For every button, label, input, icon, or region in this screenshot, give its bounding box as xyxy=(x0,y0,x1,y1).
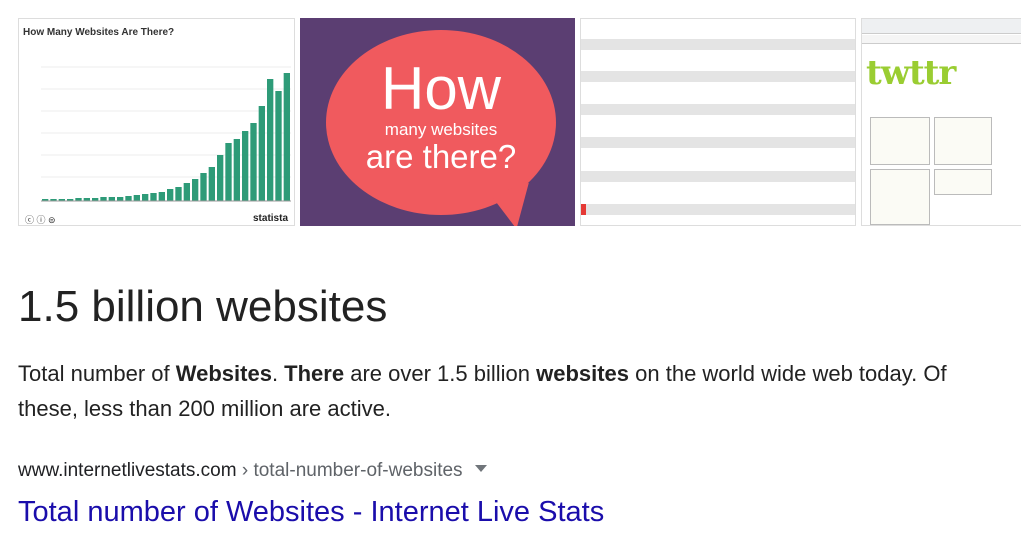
result-url[interactable]: www.internetlivestats.com › total-number… xyxy=(18,460,487,482)
bubble-text-many: many websites xyxy=(384,120,498,139)
mini-chart-bar xyxy=(208,167,215,201)
mini-chart-bar xyxy=(225,143,232,201)
mini-chart-bar xyxy=(117,197,124,201)
stripe xyxy=(581,137,855,148)
license-icons: ⓒ ⓘ ⊜ xyxy=(25,215,56,225)
bubble-text-how: How xyxy=(380,55,502,122)
thumbnail-twttr-screenshot[interactable]: twttr xyxy=(861,18,1021,226)
mini-chart-bar xyxy=(158,192,165,201)
statista-logo: statista xyxy=(252,213,288,224)
mini-chart-bar xyxy=(142,194,149,201)
result-path: › total-number-of-websites xyxy=(236,460,463,481)
snippet-bold-term: There xyxy=(284,361,345,386)
thumbnail-statista-chart[interactable]: How Many Websites Are There? ⓒ ⓘ ⊜ stati… xyxy=(18,18,295,226)
answer-snippet: Total number of Websites. There are over… xyxy=(18,356,1003,426)
mini-chart-bar xyxy=(192,179,199,201)
browser-tabs xyxy=(862,35,1021,44)
mini-chart-bar xyxy=(125,196,132,201)
mini-chart-bar xyxy=(100,197,107,201)
mini-chart-bar xyxy=(217,155,224,201)
twttr-logo: twttr xyxy=(866,53,956,93)
stripe xyxy=(581,104,855,115)
mini-chart-bar xyxy=(275,91,282,201)
mini-chart-bar xyxy=(267,79,274,201)
stripe xyxy=(581,171,855,182)
mini-chart-bar xyxy=(250,123,257,201)
thumbnail-speech-bubble[interactable]: How many websites are there? xyxy=(300,18,575,226)
mini-bar-chart xyxy=(41,66,291,202)
result-domain: www.internetlivestats.com xyxy=(18,460,237,481)
twttr-panel xyxy=(934,117,992,165)
snippet-bold-term: websites xyxy=(536,361,630,386)
mini-chart-bar xyxy=(242,131,249,201)
mini-chart-bar xyxy=(175,187,182,201)
snippet-text: . xyxy=(271,361,285,386)
chevron-down-icon[interactable] xyxy=(474,465,487,473)
red-marker xyxy=(581,204,586,215)
snippet-bold-term: Websites xyxy=(175,361,272,386)
mini-chart-bar xyxy=(108,197,115,201)
bubble-text-there: are there? xyxy=(365,138,517,175)
mini-chart-bar xyxy=(183,183,190,201)
browser-toolbar xyxy=(862,19,1021,34)
mini-chart-bar xyxy=(258,106,265,201)
twttr-panel xyxy=(870,117,930,165)
stripe xyxy=(581,204,855,215)
snippet-text: are over 1.5 billion xyxy=(344,361,537,386)
twttr-panel xyxy=(870,169,930,225)
mini-chart-bar xyxy=(150,193,157,201)
stripe xyxy=(581,71,855,82)
twttr-panel xyxy=(934,169,992,195)
result-title-link[interactable]: Total number of Websites - Internet Live… xyxy=(18,496,604,529)
answer-headline: 1.5 billion websites xyxy=(18,282,388,331)
thumbnail-striped-list[interactable] xyxy=(580,18,856,226)
mini-chart-bar xyxy=(133,195,140,201)
mini-chart-bar xyxy=(200,173,207,201)
image-carousel: How Many Websites Are There? ⓒ ⓘ ⊜ stati… xyxy=(18,18,1021,226)
mini-chart-bar xyxy=(167,189,174,201)
stripe xyxy=(581,39,855,50)
snippet-text: Total number of xyxy=(18,361,176,386)
mini-chart-bar xyxy=(233,139,240,201)
mini-chart-bar xyxy=(283,73,290,201)
